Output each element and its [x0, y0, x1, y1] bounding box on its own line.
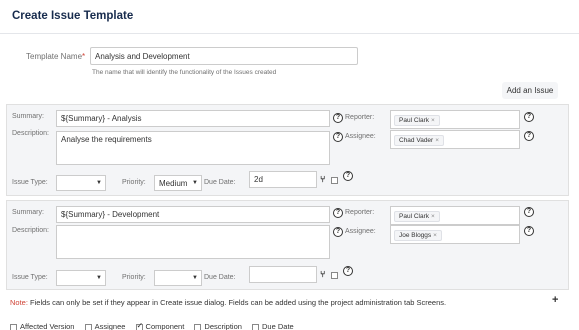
field-option[interactable]: Description — [194, 322, 242, 330]
field-option[interactable]: Due Date — [252, 322, 294, 330]
help-icon[interactable]: ? — [524, 112, 534, 122]
due-date-input[interactable]: 2d — [249, 171, 317, 188]
template-name-input[interactable]: Analysis and Development — [90, 47, 358, 65]
user-chip: Paul Clark × — [394, 211, 440, 222]
note-key: Note: — [10, 298, 28, 307]
template-name-label: Template Name* — [26, 52, 86, 61]
help-icon[interactable]: ? — [333, 208, 343, 218]
description-textarea[interactable] — [56, 225, 330, 259]
note-text: Fields can only be set if they appear in… — [30, 298, 447, 307]
due-date-checkbox[interactable] — [331, 177, 338, 184]
reporter-field[interactable]: Paul Clark × — [390, 206, 520, 225]
field-option[interactable]: Component — [135, 321, 184, 330]
priority-select[interactable]: ▼ — [154, 270, 202, 286]
summary-input[interactable]: ${Summary} - Analysis — [56, 110, 330, 127]
priority-select[interactable]: Medium ▼ — [154, 175, 202, 191]
reporter-label: Reporter: — [345, 209, 375, 216]
due-date-label: Due Date: — [204, 179, 236, 186]
user-chip: Paul Clark × — [394, 115, 440, 126]
user-chip: Chad Vader × — [394, 135, 445, 146]
issue-type-label: Issue Type: — [12, 274, 48, 281]
assignee-label: Assignee: — [345, 133, 376, 140]
summary-label: Summary: — [12, 113, 44, 120]
due-date-checkbox[interactable] — [331, 272, 338, 279]
help-icon[interactable]: ? — [343, 171, 353, 181]
chevron-down-icon: ▼ — [192, 180, 198, 186]
summary-label: Summary: — [12, 209, 44, 216]
assignee-field[interactable]: Chad Vader × — [390, 130, 520, 149]
priority-label: Priority: — [122, 274, 146, 281]
reporter-label: Reporter: — [345, 114, 375, 121]
issue-type-select[interactable]: ▼ — [56, 270, 106, 286]
plus-icon[interactable]: + — [552, 294, 558, 306]
issue-type-select[interactable]: ▼ — [56, 175, 106, 191]
title-divider — [0, 33, 579, 34]
description-label: Description: — [12, 227, 49, 234]
required-mark: * — [82, 52, 86, 61]
branch-icon[interactable]: ⑂ — [320, 174, 325, 184]
chevron-down-icon: ▼ — [96, 275, 102, 281]
reporter-field[interactable]: Paul Clark × — [390, 110, 520, 129]
remove-icon[interactable]: × — [431, 117, 435, 124]
issue-type-label: Issue Type: — [12, 179, 48, 186]
chevron-down-icon: ▼ — [96, 180, 102, 186]
remove-icon[interactable]: × — [435, 137, 439, 144]
assignee-label: Assignee: — [345, 228, 376, 235]
due-date-input[interactable] — [249, 266, 317, 283]
branch-icon[interactable]: ⑂ — [320, 269, 325, 279]
description-textarea[interactable]: Analyse the requirements — [56, 131, 330, 165]
help-icon[interactable]: ? — [524, 226, 534, 236]
checkbox[interactable] — [135, 321, 143, 330]
field-option[interactable]: Assignee — [84, 322, 125, 330]
help-icon[interactable]: ? — [333, 113, 343, 123]
checkbox[interactable] — [10, 323, 17, 330]
help-icon[interactable]: ? — [524, 131, 534, 141]
description-label: Description: — [12, 130, 49, 137]
checkbox[interactable] — [252, 323, 260, 330]
field-option[interactable]: Affected Version — [10, 322, 74, 330]
help-icon[interactable]: ? — [524, 207, 534, 217]
help-icon[interactable]: ? — [333, 227, 343, 237]
fields-note: Note: Fields can only be set if they app… — [10, 298, 446, 307]
user-chip: Joe Bloggs × — [394, 230, 442, 241]
remove-icon[interactable]: × — [431, 213, 435, 220]
add-issue-button[interactable]: Add an Issue — [502, 82, 558, 99]
checkbox[interactable] — [194, 323, 202, 330]
priority-label: Priority: — [122, 179, 146, 186]
assignee-field[interactable]: Joe Bloggs × — [390, 225, 520, 244]
summary-input[interactable]: ${Summary} - Development — [56, 206, 330, 223]
due-date-label: Due Date: — [204, 274, 236, 281]
remove-icon[interactable]: × — [433, 232, 437, 239]
field-checkbox-row: Affected Version Assignee Component Desc… — [10, 321, 302, 330]
help-icon[interactable]: ? — [333, 132, 343, 142]
chevron-down-icon: ▼ — [192, 275, 198, 281]
template-name-hint: The name that will identify the function… — [92, 69, 277, 76]
checkbox[interactable] — [84, 323, 92, 330]
help-icon[interactable]: ? — [343, 266, 353, 276]
page-title: Create Issue Template — [12, 10, 134, 22]
